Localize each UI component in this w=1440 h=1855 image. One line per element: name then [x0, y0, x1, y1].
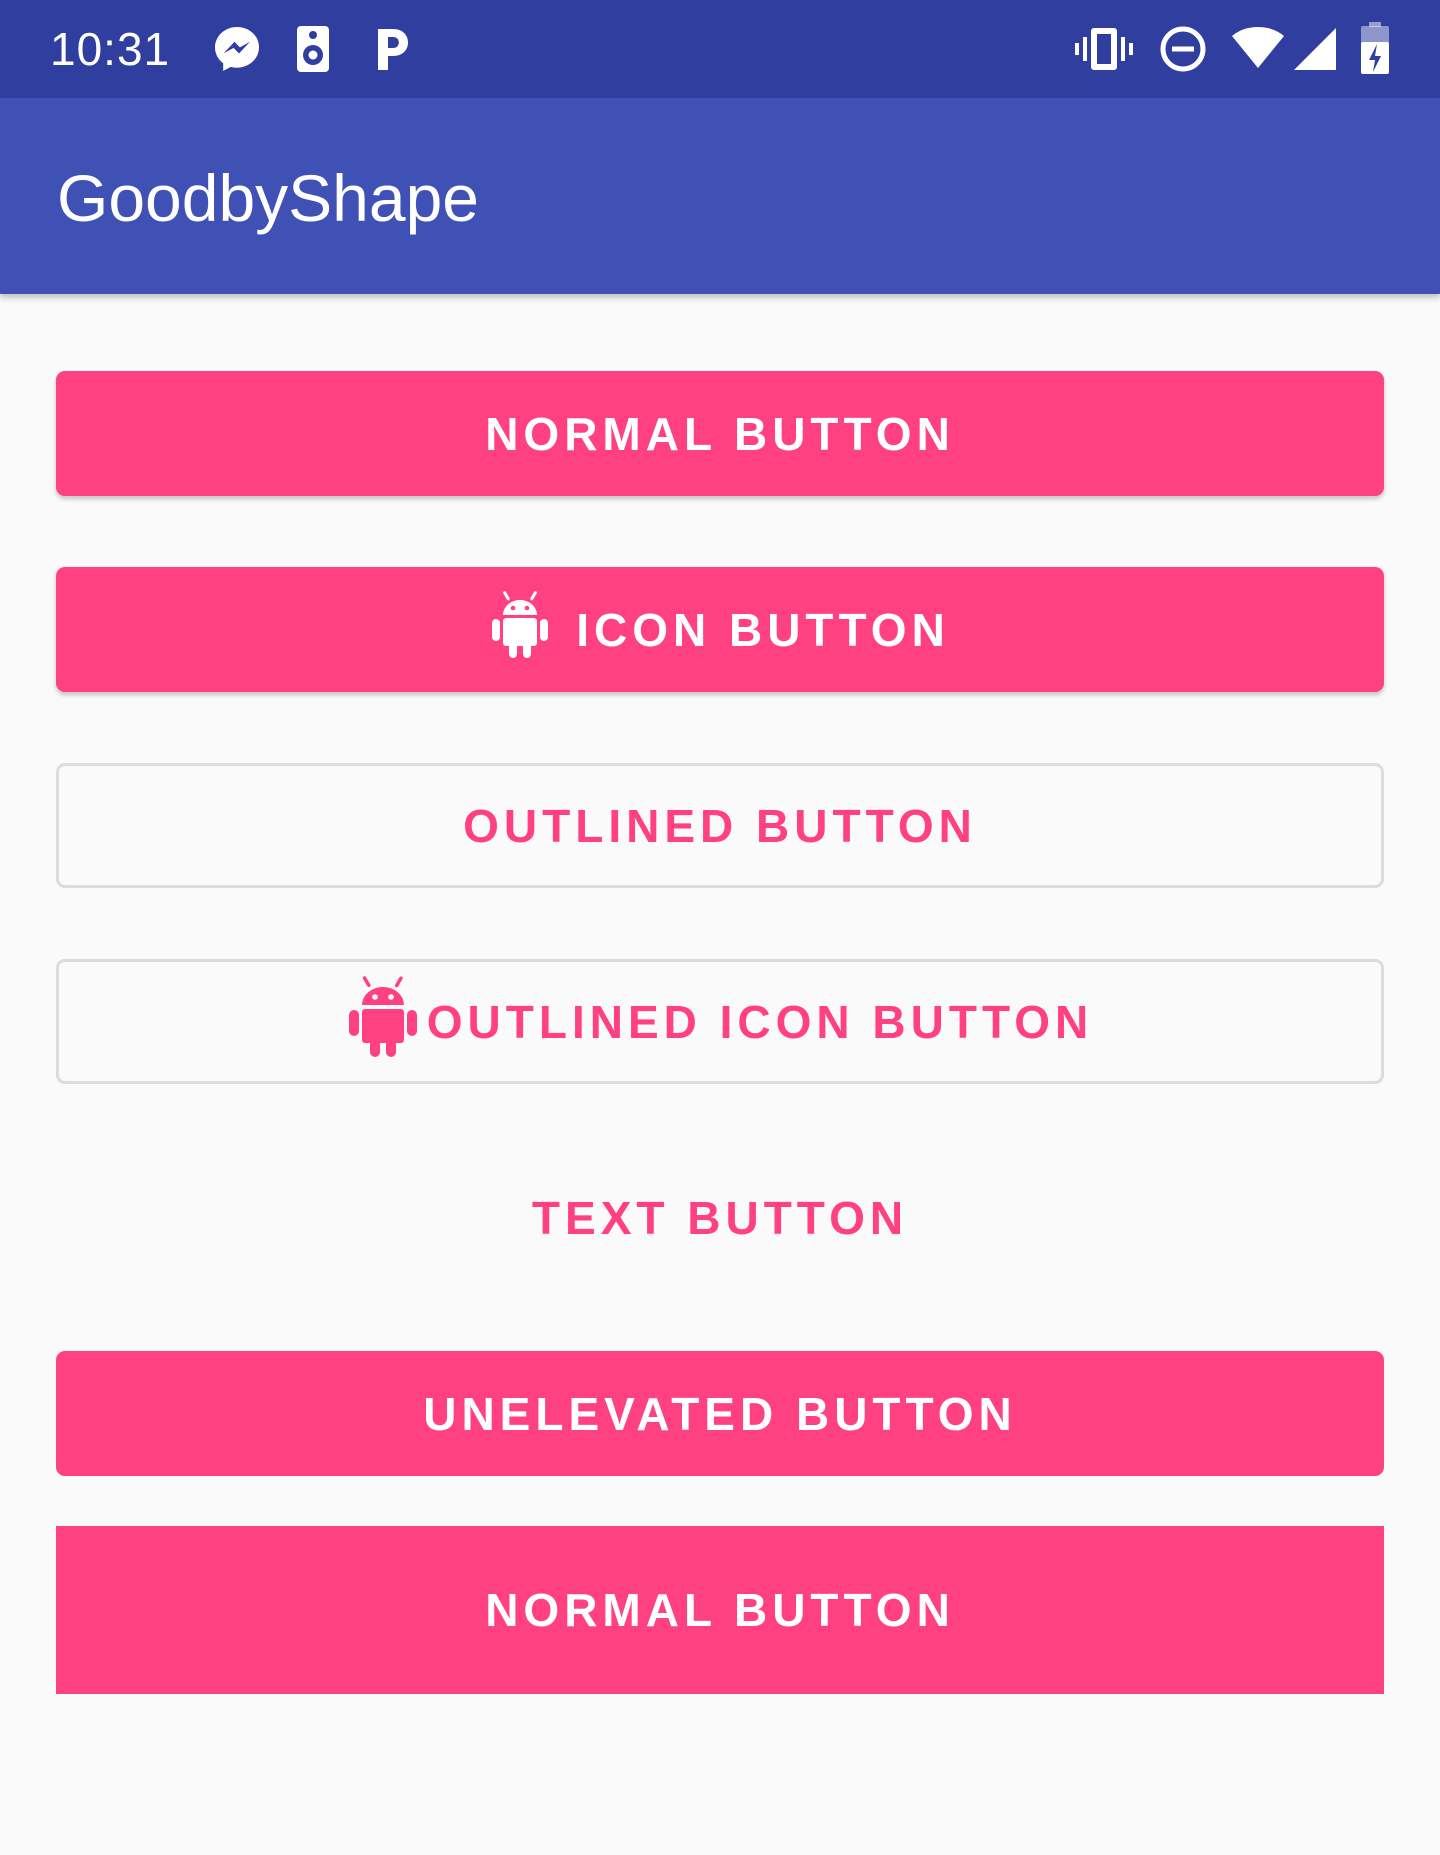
outlined-button-label: OUTLINED BUTTON — [463, 799, 977, 852]
battery-charging-icon — [1360, 22, 1390, 76]
messenger-icon — [212, 24, 262, 74]
wifi-icon — [1230, 24, 1286, 74]
icon-button[interactable]: ICON BUTTON — [56, 567, 1384, 692]
status-bar: 10:31 — [0, 0, 1440, 98]
text-button[interactable]: TEXT BUTTON — [56, 1155, 1384, 1280]
do-not-disturb-icon — [1158, 24, 1208, 74]
p-icon — [370, 24, 410, 74]
unelevated-button-label: UNELEVATED BUTTON — [423, 1387, 1017, 1440]
android-icon — [490, 588, 550, 671]
outlined-icon-button-label: OUTLINED ICON BUTTON — [426, 995, 1094, 1048]
app-bar: GoodbyShape — [0, 98, 1440, 294]
icon-button-label: ICON BUTTON — [576, 603, 950, 656]
android-icon — [347, 973, 419, 1070]
normal-square-button[interactable]: NORMAL BUTTON — [56, 1526, 1384, 1694]
normal-square-button-label: NORMAL BUTTON — [485, 1584, 955, 1636]
outlined-button[interactable]: OUTLINED BUTTON — [56, 763, 1384, 888]
outlined-icon-button[interactable]: OUTLINED ICON BUTTON — [56, 959, 1384, 1084]
cell-signal-icon — [1292, 24, 1338, 74]
normal-button[interactable]: NORMAL BUTTON — [56, 371, 1384, 496]
text-button-label: TEXT BUTTON — [531, 1191, 909, 1244]
speaker-icon — [296, 24, 330, 74]
normal-button-label: NORMAL BUTTON — [485, 407, 955, 460]
vibrate-icon — [1074, 24, 1134, 74]
unelevated-button[interactable]: UNELEVATED BUTTON — [56, 1351, 1384, 1476]
status-time: 10:31 — [50, 23, 171, 75]
app-title: GoodbyShape — [57, 161, 480, 235]
